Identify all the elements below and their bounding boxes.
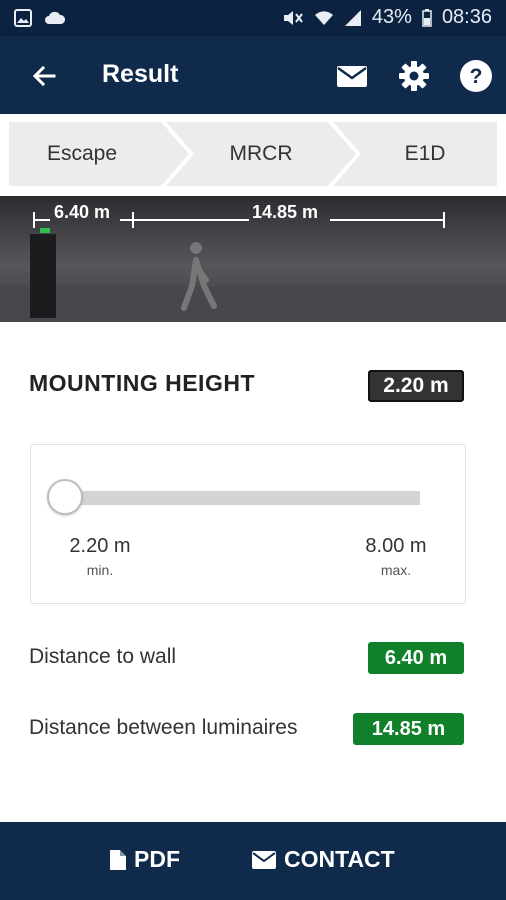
- breadcrumb-step-mrcr[interactable]: MRCR: [166, 122, 356, 186]
- battery-percent: 43%: [371, 6, 412, 28]
- dimension-wall-label: 6.40 m: [54, 202, 111, 222]
- back-arrow-icon[interactable]: [26, 58, 62, 94]
- contact-button[interactable]: CONTACT: [252, 846, 395, 873]
- distance-to-wall-value: 6.40 m: [368, 642, 464, 674]
- mute-icon: [283, 10, 303, 25]
- mounting-height-value-badge: 2.20 m: [368, 370, 464, 402]
- slider-max-caption: max.: [380, 562, 412, 578]
- slider-thumb[interactable]: [47, 479, 83, 515]
- signal-icon: [344, 9, 361, 26]
- gallery-icon: [14, 9, 32, 27]
- page-title: Result: [102, 60, 179, 88]
- breadcrumb-step-label: Escape: [46, 142, 118, 165]
- dimension-tick: [443, 212, 445, 228]
- app-bar: Result ?: [0, 36, 506, 114]
- clock: 08:36: [441, 6, 492, 28]
- contact-button-label: CONTACT: [284, 846, 395, 872]
- wifi-icon: [314, 10, 333, 25]
- breadcrumb-step-label: E1D: [404, 142, 446, 165]
- pdf-button-label: PDF: [134, 846, 180, 872]
- distance-between-luminaires-label: Distance between luminaires: [29, 716, 298, 739]
- mail-icon[interactable]: [334, 58, 370, 94]
- bottom-action-bar: PDF CONTACT: [0, 822, 506, 900]
- dimension-line: [120, 219, 132, 221]
- breadcrumb-step-escape[interactable]: Escape: [9, 122, 189, 186]
- svg-text:?: ?: [470, 65, 483, 88]
- slider-max-value: 8.00 m: [365, 535, 427, 557]
- mounting-height-slider-card: 2.20 m min. 8.00 m max.: [30, 444, 466, 604]
- battery-icon: [422, 8, 432, 27]
- slider-track[interactable]: [64, 491, 420, 505]
- slider-min-caption: min.: [86, 562, 114, 578]
- dimension-line: [330, 219, 444, 221]
- mail-icon: [252, 850, 276, 869]
- breadcrumb-step-label: MRCR: [229, 142, 293, 165]
- corridor-illustration: 6.40 m 14.85 m: [0, 196, 506, 322]
- breadcrumb: Escape MRCR E1D: [0, 114, 506, 196]
- breadcrumb-step-e1d[interactable]: E1D: [333, 122, 497, 186]
- dimension-between-label: 14.85 m: [252, 202, 319, 222]
- settings-gear-icon[interactable]: [396, 58, 432, 94]
- dimension-line: [34, 219, 50, 221]
- document-icon: [110, 849, 126, 870]
- distance-between-luminaires-value: 14.85 m: [353, 713, 464, 745]
- dimension-line: [133, 219, 249, 221]
- cloud-icon: [45, 11, 66, 24]
- help-icon[interactable]: ?: [458, 58, 494, 94]
- status-bar: 43% 08:36: [0, 0, 506, 36]
- mounting-height-heading: MOUNTING HEIGHT: [29, 370, 255, 396]
- pdf-button[interactable]: PDF: [110, 846, 180, 873]
- slider-min-value: 2.20 m: [69, 535, 131, 557]
- distance-to-wall-label: Distance to wall: [29, 645, 177, 668]
